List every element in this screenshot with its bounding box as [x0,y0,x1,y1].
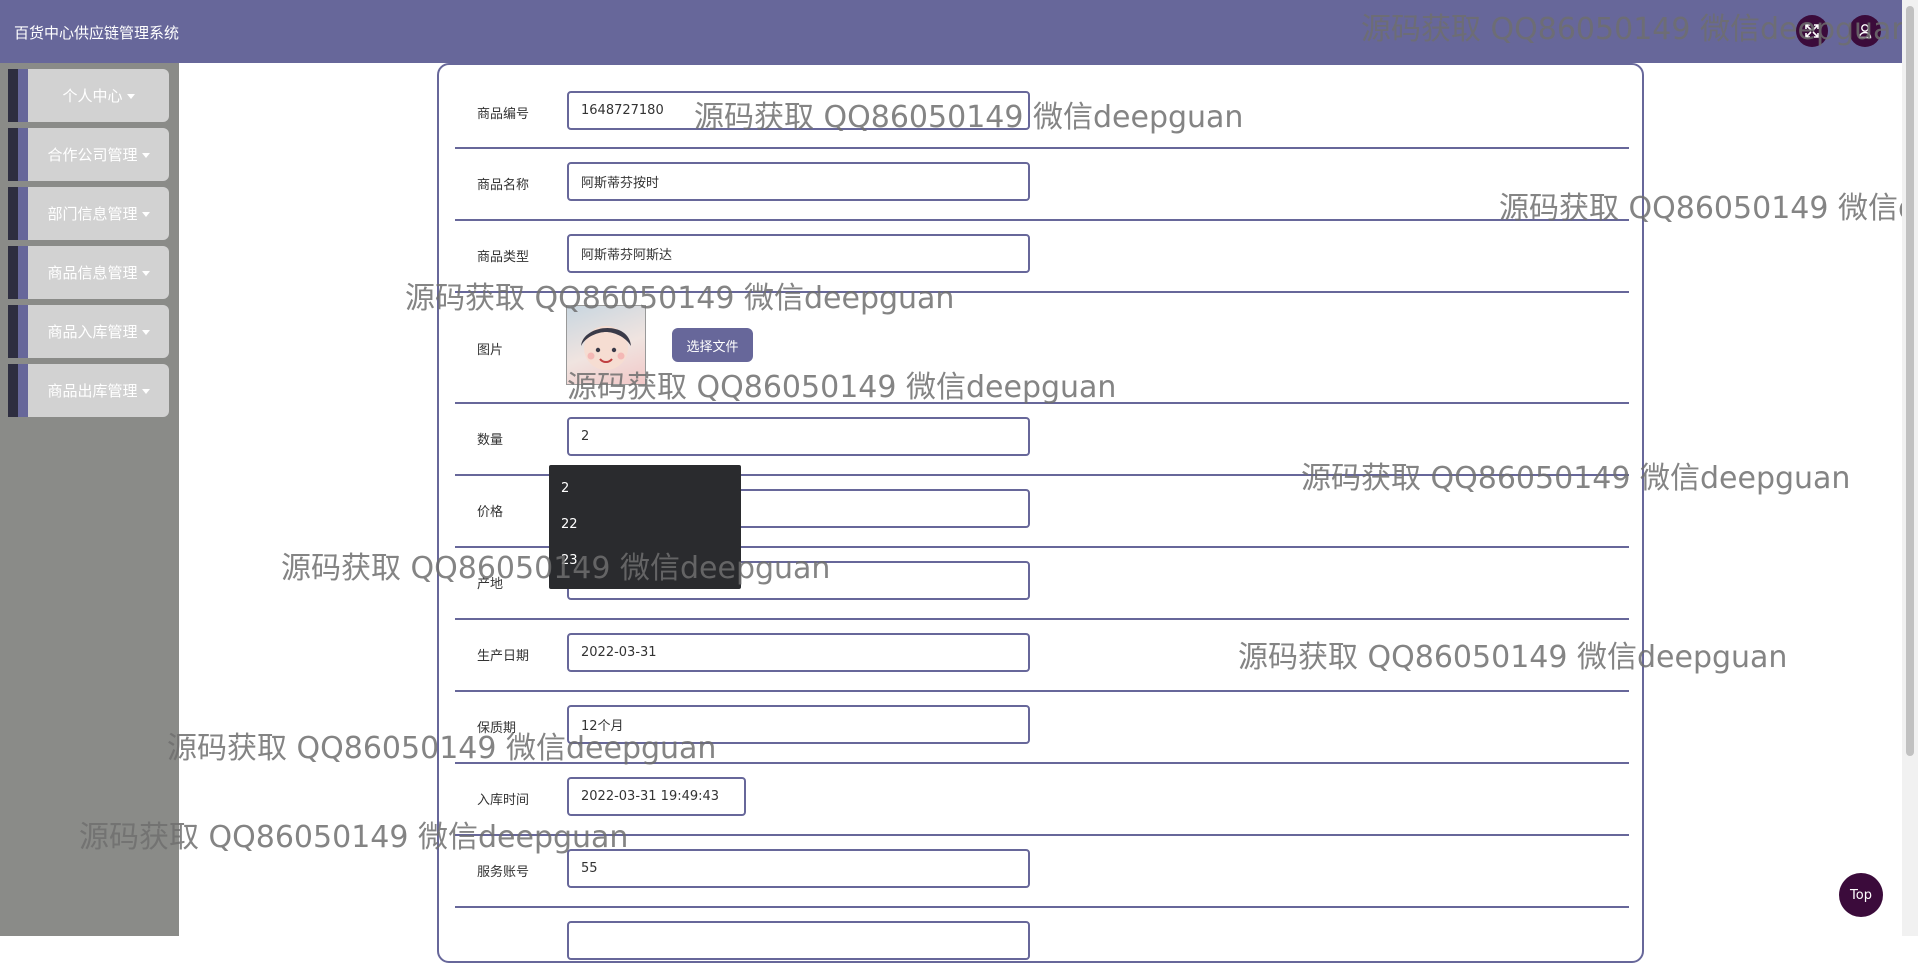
caret-down-icon [126,94,135,99]
sidebar-item-label: 商品入库管理 [47,323,138,341]
form-row-production-date: 生产日期 2022-03-31 [455,620,1629,692]
side-accent [18,364,28,417]
form-row-type: 商品类型 阿斯蒂芬阿斯达 [455,221,1629,293]
name-field[interactable]: 阿斯蒂芬按时 [567,162,1030,201]
field-label: 数量 [477,433,504,448]
field-label: 商品类型 [477,250,530,265]
side-accent [18,128,28,181]
expand-icon [1805,24,1819,38]
autocomplete-dropdown: 2 22 23 [549,465,741,589]
form-row-account: 服务账号 55 [455,836,1629,908]
side-marker [8,364,18,417]
user-icon [1858,24,1872,39]
field-label: 商品编号 [477,107,530,122]
field-label: 服务账号 [477,865,530,880]
sidebar-item-label: 个人中心 [62,87,123,105]
sidebar-item-partner[interactable]: 合作公司管理 [8,128,169,181]
sidebar-item-stock-out[interactable]: 商品出库管理 [8,364,169,417]
sidebar: 个人中心 合作公司管理 部门信息管理 商品信息管理 商品入库管理 商品出库管理 [0,63,179,936]
service-account-field[interactable]: 55 [567,849,1030,888]
side-accent [18,69,28,122]
scrollbar-thumb[interactable] [1906,6,1914,756]
caret-down-icon [141,153,150,158]
shelf-life-field[interactable]: 12个月 [567,705,1030,744]
form-row-image: 图片 选择文件 [455,293,1629,404]
form-row-shelf-life: 保质期 12个月 [455,692,1629,764]
choose-file-button[interactable]: 选择文件 [672,328,753,362]
sidebar-item-label: 商品信息管理 [47,264,138,282]
autocomplete-option[interactable]: 22 [561,517,578,532]
sidebar-button[interactable]: 商品入库管理 [28,305,169,358]
field-label: 生产日期 [477,649,530,664]
sidebar-button[interactable]: 部门信息管理 [28,187,169,240]
caret-down-icon [141,330,150,335]
side-marker [8,128,18,181]
caret-down-icon [141,212,150,217]
form-row-next [455,908,1629,968]
autocomplete-option[interactable]: 23 [561,553,578,568]
side-marker [8,246,18,299]
field-label: 入库时间 [477,793,530,808]
page-scrollbar[interactable] [1902,0,1918,936]
sidebar-item-department[interactable]: 部门信息管理 [8,187,169,240]
stock-in-time-field[interactable]: 2022-03-31 19:49:43 [567,777,746,816]
field-label: 保质期 [477,721,517,736]
side-marker [8,69,18,122]
product-image [581,326,631,370]
sidebar-item-product[interactable]: 商品信息管理 [8,246,169,299]
next-field[interactable] [567,921,1030,960]
sidebar-button[interactable]: 商品信息管理 [28,246,169,299]
form-row-name: 商品名称 阿斯蒂芬按时 [455,149,1629,221]
field-label: 图片 [477,343,504,358]
production-date-field[interactable]: 2022-03-31 [567,633,1030,672]
sidebar-item-label: 合作公司管理 [47,146,138,164]
side-marker [8,187,18,240]
fullscreen-button[interactable] [1796,15,1828,47]
field-label: 产地 [477,577,504,592]
side-accent [18,305,28,358]
app-title: 百货中心供应链管理系统 [14,24,180,42]
caret-down-icon [141,389,150,394]
sidebar-button[interactable]: 合作公司管理 [28,128,169,181]
side-accent [18,187,28,240]
product-image-preview [566,305,646,385]
field-label: 商品名称 [477,178,530,193]
field-label: 价格 [477,505,504,520]
type-field[interactable]: 阿斯蒂芬阿斯达 [567,234,1030,273]
autocomplete-option[interactable]: 2 [561,481,569,496]
top-bar: 百货中心供应链管理系统 [0,0,1902,63]
sidebar-item-profile[interactable]: 个人中心 [8,69,169,122]
code-field[interactable]: 1648727180 [567,91,1030,130]
form-row-stock-in-time: 入库时间 2022-03-31 19:49:43 [455,764,1629,836]
user-button[interactable] [1849,15,1881,47]
sidebar-button[interactable]: 商品出库管理 [28,364,169,417]
side-marker [8,305,18,358]
form-row-code: 商品编号 1648727180 [455,75,1629,149]
side-accent [18,246,28,299]
sidebar-item-stock-in[interactable]: 商品入库管理 [8,305,169,358]
sidebar-button[interactable]: 个人中心 [28,69,169,122]
caret-down-icon [141,271,150,276]
quantity-field[interactable]: 2 [567,417,1030,456]
sidebar-item-label: 商品出库管理 [47,382,138,400]
sidebar-item-label: 部门信息管理 [47,205,138,223]
back-to-top-button[interactable]: Top [1839,873,1883,917]
